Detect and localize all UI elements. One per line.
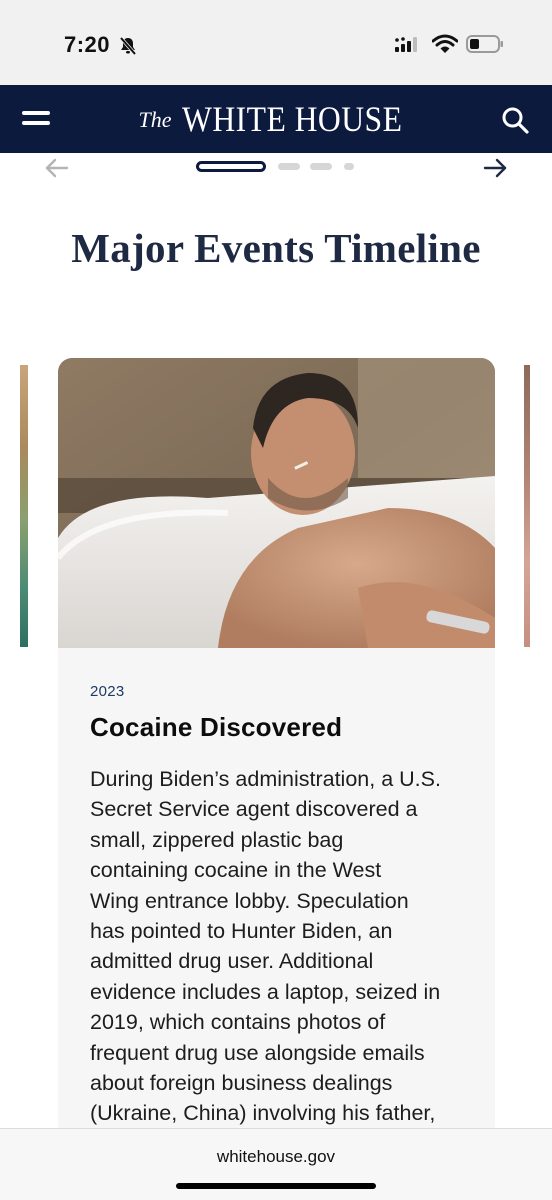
site-header: The WHITE HOUSE [0, 85, 552, 153]
page-title: Major Events Timeline [71, 225, 481, 271]
wifi-icon [432, 34, 458, 53]
home-indicator[interactable] [176, 1183, 376, 1189]
bell-slash-icon [119, 36, 137, 56]
previous-card-peek[interactable] [0, 365, 28, 647]
description-line: During Biden’s administration, a U.S. [90, 767, 441, 791]
status-bar: 7:20 [0, 0, 552, 85]
description-line: has pointed to Hunter Biden, an [90, 919, 393, 944]
carousel-dot[interactable] [344, 163, 354, 170]
description-line: Secret Service agent discovered a [90, 797, 418, 822]
battery-icon [466, 35, 503, 53]
event-year: 2023 [90, 683, 125, 700]
cellular-signal-icon [395, 37, 417, 52]
event-heading: Cocaine Discovered [90, 712, 343, 742]
arrow-left-icon[interactable] [44, 155, 70, 181]
description-line: evidence includes a laptop, seized in [90, 979, 441, 1004]
description-line: containing cocaine in the West [90, 858, 382, 883]
search-icon[interactable] [500, 105, 530, 135]
url-text[interactable]: whitehouse.gov [0, 1147, 552, 1167]
browser-url-bar[interactable]: whitehouse.gov [0, 1128, 552, 1200]
next-card-peek[interactable] [524, 365, 552, 647]
card-photo [58, 358, 495, 648]
description-line: about foreign business dealings [90, 1071, 393, 1096]
brand-name: WHITE HOUSE [181, 99, 402, 139]
carousel-dot[interactable] [278, 163, 300, 170]
carousel-dot-active[interactable] [196, 161, 266, 172]
description-line: frequent drug use alongside emails [90, 1040, 425, 1065]
description-line: admitted drug user. Additional [90, 949, 374, 974]
event-description: During Biden’s administration, a U.S. Se… [90, 764, 470, 1129]
description-line: Wing entrance lobby. Speculation [90, 888, 409, 913]
status-time: 7:20 [64, 32, 111, 57]
carousel-dot[interactable] [310, 163, 332, 170]
arrow-right-icon[interactable] [482, 155, 508, 181]
site-logo[interactable]: The WHITE HOUSE [0, 85, 552, 153]
timeline-card[interactable]: 2023 Cocaine Discovered During Biden’s a… [58, 358, 495, 1138]
description-line: 2019, which contains photos of [90, 1010, 386, 1035]
brand-prefix: The [138, 107, 172, 132]
description-line: small, zippered plastic bag [90, 827, 344, 852]
description-line: (Ukraine, China) involving his father, [90, 1101, 436, 1126]
